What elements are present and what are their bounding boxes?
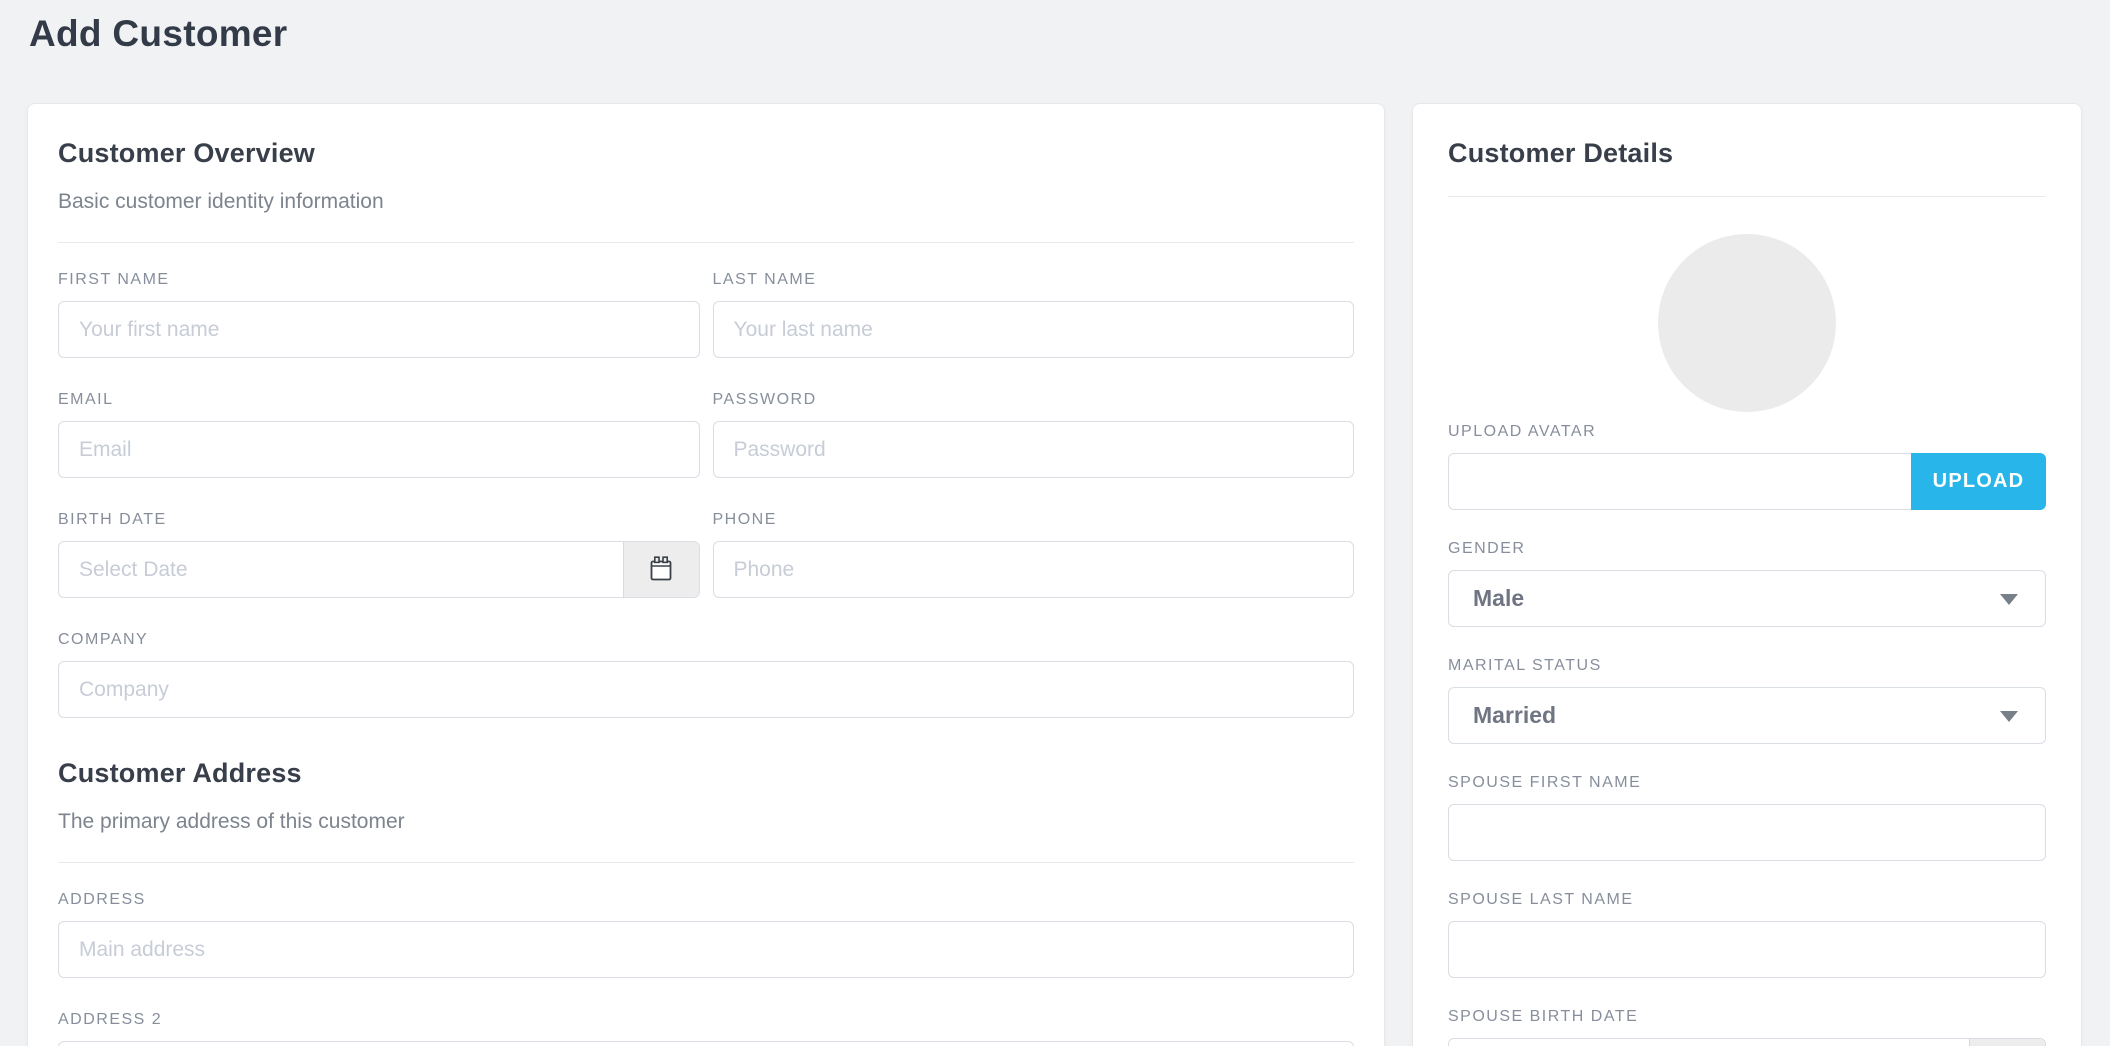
first-name-input[interactable] [58, 301, 700, 358]
spouse-birth-date-group: SPOUSE BIRTH DATE [1448, 1008, 2046, 1046]
phone-input[interactable] [713, 541, 1355, 598]
birth-date-input[interactable] [58, 541, 700, 598]
birth-date-group: BIRTH DATE [58, 511, 700, 598]
upload-button[interactable]: UPLOAD [1911, 453, 2046, 510]
calendar-button[interactable] [1969, 1039, 2045, 1046]
company-input[interactable] [58, 661, 1354, 718]
customer-details-card: Customer Details UPLOAD AVATAR UPLOAD GE… [1412, 103, 2082, 1046]
section-divider [58, 242, 1354, 243]
spouse-birth-date-field [1448, 1038, 2046, 1046]
company-label: COMPANY [58, 631, 1354, 649]
password-group: PASSWORD [713, 391, 1355, 478]
last-name-group: LAST NAME [713, 271, 1355, 358]
address2-input[interactable] [58, 1041, 1354, 1046]
gender-label: GENDER [1448, 540, 2046, 558]
upload-avatar-label: UPLOAD AVATAR [1448, 423, 2046, 441]
spouse-birth-date-input[interactable] [1448, 1038, 2046, 1046]
address2-label: ADDRESS 2 [58, 1011, 1354, 1029]
avatar-placeholder [1658, 234, 1836, 412]
spouse-last-name-group: SPOUSE LAST NAME [1448, 891, 2046, 978]
last-name-input[interactable] [713, 301, 1355, 358]
birth-phone-row: BIRTH DATE PHONE [58, 511, 1354, 598]
spouse-first-name-group: SPOUSE FIRST NAME [1448, 774, 2046, 861]
address-label: ADDRESS [58, 891, 1354, 909]
email-group: EMAIL [58, 391, 700, 478]
marital-status-group: MARITAL STATUS Married [1448, 657, 2046, 744]
gender-group: GENDER Male [1448, 540, 2046, 627]
address2-group: ADDRESS 2 [58, 1011, 1354, 1046]
spouse-birth-date-label: SPOUSE BIRTH DATE [1448, 1008, 2046, 1026]
gender-select-value: Male [1473, 585, 1524, 612]
spouse-last-name-input[interactable] [1448, 921, 2046, 978]
company-group: COMPANY [58, 631, 1354, 718]
marital-status-label: MARITAL STATUS [1448, 657, 2046, 675]
password-input[interactable] [713, 421, 1355, 478]
overview-section-subtitle: Basic customer identity information [58, 190, 1354, 214]
phone-label: PHONE [713, 511, 1355, 529]
overview-section-title: Customer Overview [58, 138, 1354, 168]
section-divider [58, 862, 1354, 863]
section-divider [1448, 196, 2046, 197]
chevron-down-icon [2000, 711, 2018, 722]
email-password-row: EMAIL PASSWORD [58, 391, 1354, 478]
spouse-first-name-label: SPOUSE FIRST NAME [1448, 774, 2046, 792]
avatar-file-input[interactable] [1448, 453, 1911, 510]
chevron-down-icon [2000, 594, 2018, 605]
birth-date-label: BIRTH DATE [58, 511, 700, 529]
phone-group: PHONE [713, 511, 1355, 598]
calendar-icon [649, 556, 673, 583]
address-section-subtitle: The primary address of this customer [58, 810, 1354, 834]
marital-status-select-value: Married [1473, 702, 1556, 729]
gender-select[interactable]: Male [1448, 570, 2046, 627]
first-name-label: FIRST NAME [58, 271, 700, 289]
spouse-first-name-input[interactable] [1448, 804, 2046, 861]
name-row: FIRST NAME LAST NAME [58, 271, 1354, 358]
upload-avatar-field: UPLOAD [1448, 453, 2046, 510]
customer-overview-card: Customer Overview Basic customer identit… [27, 103, 1385, 1046]
address-section-title: Customer Address [58, 758, 1354, 788]
email-input[interactable] [58, 421, 700, 478]
calendar-button[interactable] [623, 542, 699, 597]
upload-avatar-group: UPLOAD AVATAR UPLOAD [1448, 423, 2046, 510]
address-input[interactable] [58, 921, 1354, 978]
address-group: ADDRESS [58, 891, 1354, 978]
email-label: EMAIL [58, 391, 700, 409]
spouse-last-name-label: SPOUSE LAST NAME [1448, 891, 2046, 909]
first-name-group: FIRST NAME [58, 271, 700, 358]
page-title: Add Customer [29, 13, 288, 55]
birth-date-field [58, 541, 700, 598]
last-name-label: LAST NAME [713, 271, 1355, 289]
details-section-title: Customer Details [1448, 138, 2046, 168]
marital-status-select[interactable]: Married [1448, 687, 2046, 744]
password-label: PASSWORD [713, 391, 1355, 409]
